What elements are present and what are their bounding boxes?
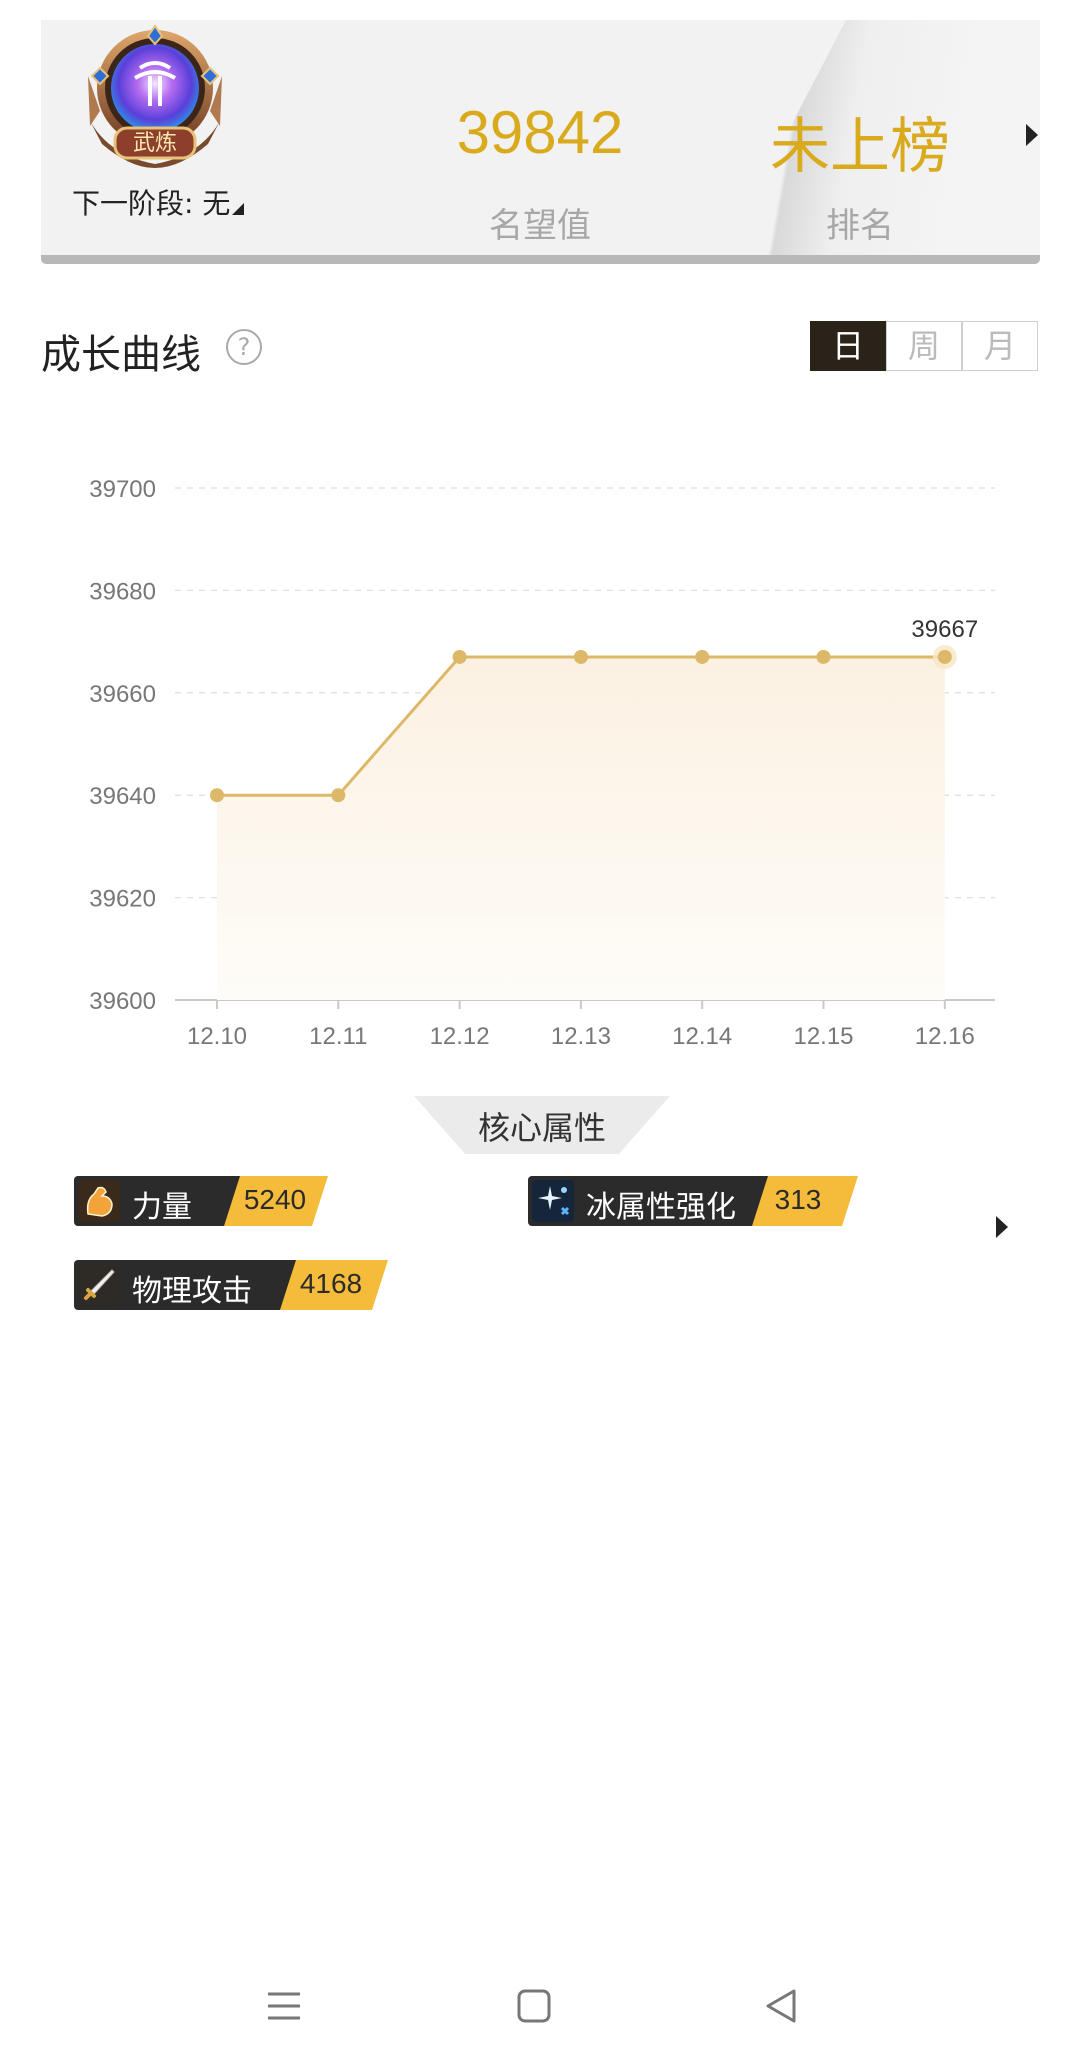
data-point — [937, 649, 952, 664]
reputation-value: 39842 — [456, 99, 624, 166]
x-tick-label: 12.14 — [672, 1023, 732, 1050]
growth-curve-title: 成长曲线 — [41, 332, 201, 378]
y-tick-label: 39680 — [89, 578, 156, 605]
card-next-arrow-icon[interactable] — [1026, 124, 1038, 146]
rank-value: 未上榜 — [770, 113, 950, 180]
x-tick-label: 12.12 — [430, 1023, 490, 1050]
help-icon[interactable]: ? — [226, 329, 262, 365]
attribute-name: 冰属性强化 — [586, 1190, 736, 1225]
y-tick-label: 39640 — [89, 783, 156, 810]
data-point — [695, 649, 710, 664]
reputation-label: 名望值 — [489, 206, 591, 246]
data-point — [210, 788, 224, 803]
attribute-ice-enhance: 冰属性强化 313 — [528, 1176, 858, 1226]
x-tick-label: 12.15 — [793, 1023, 853, 1050]
rank-label: 排名 — [826, 206, 894, 246]
card-bottom-bar — [41, 255, 1040, 264]
series-area — [217, 656, 945, 1000]
tab-month[interactable]: 月 — [962, 321, 1038, 371]
data-point — [331, 788, 346, 803]
attributes-next-arrow-icon[interactable] — [996, 1216, 1008, 1238]
tab-week[interactable]: 周 — [886, 321, 962, 371]
muscle-arm-icon — [78, 1180, 120, 1222]
data-point — [816, 649, 831, 664]
rank-badge-icon[interactable]: 武炼 — [80, 16, 230, 176]
data-point — [452, 649, 467, 664]
y-tick-label: 39620 — [89, 886, 156, 913]
core-attributes-title: 核心属性 — [477, 1109, 606, 1147]
data-point — [573, 649, 588, 664]
next-stage[interactable]: 下一阶段: 无 — [72, 182, 245, 222]
back-icon[interactable] — [762, 1986, 802, 2026]
next-stage-label: 下一阶段: 无 — [72, 187, 231, 220]
x-tick-label: 12.10 — [187, 1023, 247, 1050]
home-icon[interactable] — [514, 1986, 554, 2026]
x-tick-label: 12.11 — [309, 1023, 367, 1050]
attribute-value: 5240 — [243, 1184, 307, 1215]
x-tick-label: 12.13 — [551, 1023, 611, 1050]
attribute-physical-attack: 物理攻击 4168 — [74, 1260, 388, 1310]
y-tick-label: 39700 — [89, 476, 156, 503]
ice-sparkle-icon — [532, 1180, 574, 1222]
attribute-value: 4168 — [299, 1268, 363, 1299]
growth-line-chart: 39600 39620 39640 39660 39680 39700 12.10 12.11… — [89, 476, 995, 1050]
tab-day[interactable]: 日 — [810, 321, 886, 371]
y-tick-label: 39600 — [89, 988, 156, 1015]
last-value-label: 39667 — [911, 616, 978, 643]
sword-icon — [78, 1264, 120, 1306]
corner-triangle-icon — [232, 203, 245, 215]
attribute-strength: 力量 5240 — [74, 1176, 328, 1226]
attribute-name: 力量 — [132, 1190, 192, 1225]
badge-text: 武炼 — [133, 131, 177, 156]
y-tick-label: 39660 — [89, 681, 156, 708]
menu-icon[interactable] — [264, 1986, 304, 2026]
x-tick-label: 12.16 — [915, 1023, 975, 1050]
attribute-value: 313 — [774, 1184, 822, 1215]
attribute-name: 物理攻击 — [132, 1274, 252, 1309]
